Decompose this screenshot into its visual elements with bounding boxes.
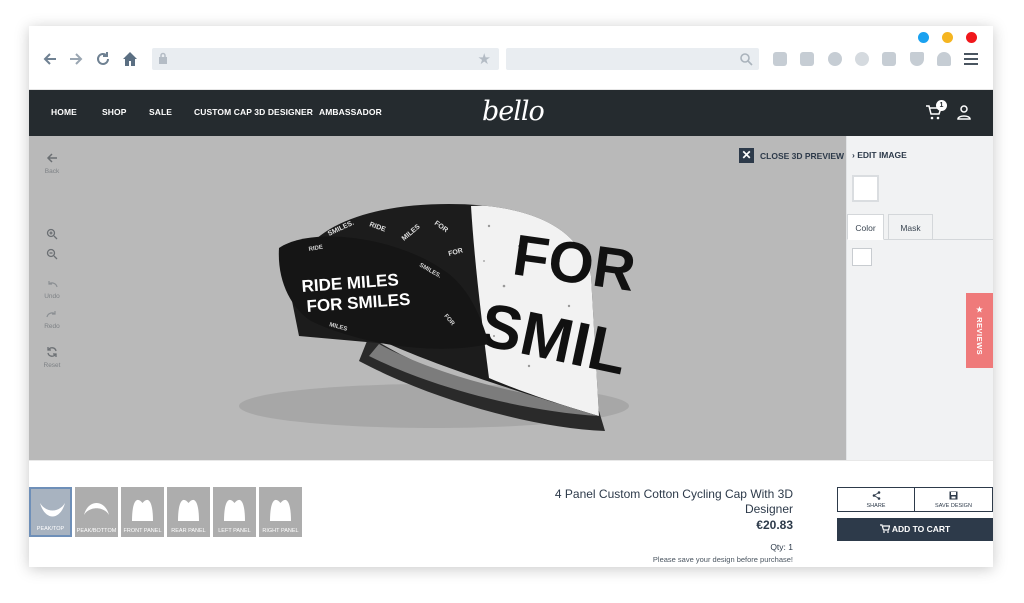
bottom-bar: PEAK/TOP PEAK/BOTTOM FRONT PANEL REAR PA… bbox=[29, 460, 993, 567]
back-button[interactable]: Back bbox=[37, 152, 67, 175]
redo-icon bbox=[37, 308, 67, 322]
nav-link-custom-cap-designer[interactable]: CUSTOM CAP 3D DESIGNER bbox=[194, 107, 313, 117]
site-navbar: HOME SHOP SALE CUSTOM CAP 3D DESIGNER AM… bbox=[29, 90, 993, 136]
save-design-button[interactable]: SAVE DESIGN bbox=[914, 487, 993, 512]
front-panel-icon bbox=[132, 499, 153, 521]
part-label: PEAK/BOTTOM bbox=[76, 528, 117, 534]
window-dot-blue[interactable] bbox=[918, 32, 929, 43]
zoom-out-icon bbox=[37, 248, 67, 263]
wifi-icon[interactable] bbox=[855, 52, 869, 66]
undo-label: Undo bbox=[44, 293, 60, 300]
back-arrow-icon[interactable] bbox=[41, 50, 59, 68]
heart-icon[interactable] bbox=[937, 52, 951, 66]
close-icon: ✕ bbox=[739, 148, 754, 163]
edit-image-label: EDIT IMAGE bbox=[857, 150, 907, 160]
browser-toolbar: ★ bbox=[29, 26, 993, 90]
share-label: SHARE bbox=[866, 503, 886, 509]
tab-mask[interactable]: Mask bbox=[888, 214, 933, 240]
image-thumbnail[interactable] bbox=[852, 175, 879, 202]
edit-image-toggle[interactable]: › EDIT IMAGE bbox=[852, 150, 907, 160]
part-front-panel[interactable]: FRONT PANEL bbox=[121, 487, 164, 537]
cart-count-badge: 1 bbox=[936, 100, 947, 111]
rear-panel-icon bbox=[178, 499, 199, 521]
cart-icon bbox=[879, 524, 892, 534]
menu-icon[interactable] bbox=[964, 53, 978, 68]
part-peak-bottom[interactable]: PEAK/BOTTOM bbox=[75, 487, 118, 537]
shield-icon[interactable] bbox=[910, 52, 924, 66]
user-icon[interactable] bbox=[957, 104, 971, 120]
zoom-out-button[interactable] bbox=[37, 248, 67, 263]
add-to-cart-label: ADD TO CART bbox=[891, 524, 951, 534]
cap-model[interactable]: SMILES. RIDE MILES FOR RIDE SMILES. MILE… bbox=[219, 166, 669, 436]
add-to-cart-button[interactable]: ADD TO CART bbox=[837, 518, 993, 541]
part-label: FRONT PANEL bbox=[123, 528, 162, 534]
part-label: RIGHT PANEL bbox=[262, 528, 299, 534]
chevron-right-icon: › bbox=[852, 150, 855, 160]
camera-icon[interactable] bbox=[800, 52, 814, 66]
back-label: Back bbox=[44, 168, 60, 175]
nav-link-sale[interactable]: SALE bbox=[149, 107, 172, 117]
part-peak-top[interactable]: PEAK/TOP bbox=[29, 487, 72, 537]
bookmark-star-icon[interactable]: ★ bbox=[478, 50, 491, 68]
right-panel-icon bbox=[270, 499, 291, 521]
browser-window: ★ HOME SHOP SALE CUSTOM CAP 3D DESIGNER … bbox=[29, 26, 993, 567]
window-dot-yellow[interactable] bbox=[942, 32, 953, 43]
zoom-in-button[interactable] bbox=[37, 228, 67, 243]
nav-link-ambassador[interactable]: AMBASSADOR bbox=[319, 107, 382, 117]
search-icon bbox=[740, 53, 753, 66]
save-design-label: SAVE DESIGN bbox=[935, 503, 972, 509]
edit-tabs: Color Mask bbox=[847, 214, 993, 240]
save-design-note: Please save your design before purchase! bbox=[652, 555, 793, 564]
part-right-panel[interactable]: RIGHT PANEL bbox=[259, 487, 302, 537]
peak-top-icon bbox=[40, 503, 65, 517]
part-left-panel[interactable]: LEFT PANEL bbox=[213, 487, 256, 537]
undo-icon bbox=[37, 278, 67, 292]
nav-link-home[interactable]: HOME bbox=[51, 107, 77, 117]
product-title: 4 Panel Custom Cotton Cycling Cap With 3… bbox=[554, 487, 793, 516]
share-icon bbox=[838, 491, 914, 502]
nav-link-shop[interactable]: SHOP bbox=[102, 107, 127, 117]
alert-icon[interactable] bbox=[828, 52, 842, 66]
part-label: LEFT PANEL bbox=[218, 528, 251, 534]
home-icon[interactable] bbox=[121, 50, 139, 68]
reload-icon[interactable] bbox=[94, 50, 112, 68]
share-button[interactable]: SHARE bbox=[837, 487, 915, 512]
cap-3d-viewer[interactable]: Back Undo Redo Reset ✕ CLOSE 3D PREVIEW … bbox=[29, 136, 846, 460]
redo-label: Redo bbox=[44, 323, 60, 330]
left-panel-icon bbox=[224, 499, 245, 521]
floppy-disk-icon bbox=[915, 491, 992, 502]
part-label: REAR PANEL bbox=[171, 528, 206, 534]
part-label: PEAK/TOP bbox=[36, 526, 65, 532]
lock-icon bbox=[159, 52, 167, 64]
window-dot-red[interactable] bbox=[966, 32, 977, 43]
reset-icon bbox=[37, 346, 67, 361]
undo-button[interactable]: Undo bbox=[37, 278, 67, 300]
reset-button[interactable]: Reset bbox=[37, 346, 67, 369]
brand-logo[interactable]: bello bbox=[482, 96, 545, 127]
back-arrow-icon bbox=[37, 152, 67, 167]
tab-color[interactable]: Color bbox=[847, 214, 884, 240]
forward-arrow-icon[interactable] bbox=[67, 50, 85, 68]
color-swatch[interactable] bbox=[852, 248, 872, 266]
peak-bottom-icon bbox=[84, 503, 109, 515]
product-price: €20.83 bbox=[756, 518, 793, 532]
url-bar[interactable]: ★ bbox=[152, 48, 499, 70]
quantity-text: Qty: 1 bbox=[770, 542, 793, 552]
part-rear-panel[interactable]: REAR PANEL bbox=[167, 487, 210, 537]
close-3d-preview-label: CLOSE 3D PREVIEW bbox=[760, 151, 845, 161]
zoom-in-icon bbox=[37, 228, 67, 243]
briefcase-icon[interactable] bbox=[882, 52, 896, 66]
reviews-tab[interactable]: ★ REVIEWS bbox=[966, 293, 993, 368]
browser-search-bar[interactable] bbox=[506, 48, 759, 70]
reset-label: Reset bbox=[43, 362, 61, 369]
cloud-icon[interactable] bbox=[773, 52, 787, 66]
redo-button[interactable]: Redo bbox=[37, 308, 67, 330]
